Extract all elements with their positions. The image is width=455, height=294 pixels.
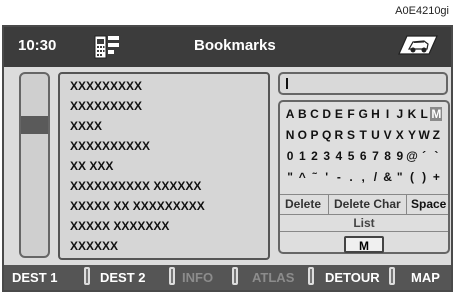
keyboard-key[interactable]: H (369, 107, 381, 121)
page-title: Bookmarks (194, 37, 276, 54)
keyboard-key[interactable]: + (430, 170, 442, 184)
atlas-button[interactable]: ATLAS (252, 270, 294, 285)
bottom-menu-bar: DEST 1 DEST 2 INFO ATLAS DETOUR MAP (4, 265, 451, 290)
keyboard-key[interactable]: 9 (394, 149, 406, 163)
keyboard-key[interactable]: - (333, 170, 345, 184)
keyboard-key[interactable]: 1 (296, 149, 308, 163)
keyboard-row: 0 1 2 3 4 5 6 7 8 9 @ ´ ` (284, 149, 442, 167)
m-button[interactable]: M (344, 236, 384, 253)
keyboard-key[interactable]: V (382, 128, 394, 142)
keyboard-key[interactable]: 8 (382, 149, 394, 163)
keyboard-key[interactable]: K (406, 107, 418, 121)
keyboard-key[interactable]: Z (430, 128, 442, 142)
detour-button[interactable]: DETOUR (325, 270, 380, 285)
keyboard-key[interactable]: M (430, 107, 443, 121)
keyboard-key[interactable]: I (382, 107, 394, 121)
main-area: XXXXXXXXX XXXXXXXXX XXXX XXXXXXXXXX XX X… (4, 67, 451, 267)
scrollbar[interactable] (19, 72, 50, 258)
text-cursor (286, 78, 288, 89)
list-item[interactable]: XXXX (70, 119, 102, 133)
dest1-button[interactable]: DEST 1 (12, 270, 58, 285)
divider (328, 195, 329, 214)
keyboard-key[interactable]: ) (418, 170, 430, 184)
keyboard-key[interactable]: 2 (308, 149, 320, 163)
bar-separator-icon (308, 267, 314, 285)
list-item[interactable]: XXXXXX (70, 239, 118, 253)
header-bar: 10:30 Bookmarks (4, 27, 451, 67)
keyboard-key[interactable]: 6 (357, 149, 369, 163)
keyboard-row: NOPQRSTUVXYWZ (284, 128, 442, 146)
keyboard-key[interactable]: & (382, 170, 394, 184)
on-screen-keyboard: ABCDEFGHIJKLM NOPQRSTUVXYWZ 0 1 2 3 4 5 6 7 8 9 @ ´… (278, 100, 450, 254)
keyboard-key[interactable]: ' (321, 170, 333, 184)
keyboard-key[interactable]: D (321, 107, 333, 121)
keyboard-key[interactable]: B (296, 107, 308, 121)
space-button[interactable]: Space (411, 197, 446, 211)
keyboard-key[interactable]: E (333, 107, 345, 121)
function-keys: Delete Delete Char Space (280, 194, 448, 215)
keyboard-key[interactable]: 4 (333, 149, 345, 163)
keyboard-key[interactable]: 0 (284, 149, 296, 163)
keyboard-key[interactable]: G (357, 107, 369, 121)
keyboard-row: " ^ ˜ ' -., / & "() + (284, 170, 442, 188)
keyboard-key[interactable]: R (333, 128, 345, 142)
keyboard-key[interactable]: . (345, 170, 357, 184)
keyboard-key[interactable]: Q (321, 128, 333, 142)
keyboard-key[interactable]: 5 (345, 149, 357, 163)
map-button[interactable]: MAP (411, 270, 440, 285)
keyboard-key[interactable]: , (357, 170, 369, 184)
keyboard-key[interactable]: 7 (369, 149, 381, 163)
keyboard-key[interactable]: ˜ (308, 170, 320, 184)
keyboard-key[interactable]: X (394, 128, 406, 142)
reference-code: A0E4210gi (395, 5, 449, 17)
keyboard-key[interactable]: J (394, 107, 406, 121)
list-item[interactable]: XXXXXXXXX (70, 79, 142, 93)
bar-separator-icon (389, 267, 395, 285)
keyboard-key[interactable]: W (418, 128, 430, 142)
delete-button[interactable]: Delete (285, 197, 321, 211)
keyboard-key[interactable]: @ (406, 149, 418, 163)
car-icon (397, 32, 439, 67)
keyboard-key[interactable]: A (284, 107, 296, 121)
list-button[interactable]: List (280, 214, 448, 232)
keyboard-key[interactable]: ^ (296, 170, 308, 184)
keyboard-key[interactable]: ´ (418, 149, 430, 163)
list-item[interactable]: XXXXXXXXX (70, 99, 142, 113)
clock: 10:30 (18, 37, 57, 54)
list-item[interactable]: XXXXXXXXXX (70, 139, 150, 153)
list-item[interactable]: XXXXX XX XXXXXXXXX (70, 199, 205, 213)
bar-separator-icon (169, 267, 175, 285)
keyboard-key[interactable]: ` (430, 149, 442, 163)
keyboard-key[interactable]: P (308, 128, 320, 142)
bookmark-list: XXXXXXXXX XXXXXXXXX XXXX XXXXXXXXXX XX X… (58, 72, 270, 260)
scrollbar-thumb[interactable] (21, 116, 48, 134)
list-item[interactable]: XXXXXXXXXX XXXXXX (70, 179, 201, 193)
delete-char-button[interactable]: Delete Char (334, 197, 401, 211)
phone-icon (92, 32, 122, 67)
keyboard-key[interactable]: " (284, 170, 296, 184)
keyboard-key[interactable]: F (345, 107, 357, 121)
bar-separator-icon (232, 267, 238, 285)
dest2-button[interactable]: DEST 2 (100, 270, 146, 285)
keyboard-key[interactable]: C (308, 107, 320, 121)
keyboard-key[interactable]: N (284, 128, 296, 142)
keyboard-key[interactable]: Y (406, 128, 418, 142)
divider (406, 195, 407, 214)
keyboard-key[interactable]: ( (406, 170, 418, 184)
keyboard-key[interactable]: " (394, 170, 406, 184)
keyboard-key[interactable]: O (296, 128, 308, 142)
keyboard-row: ABCDEFGHIJKLM (284, 107, 443, 125)
keyboard-key[interactable]: S (345, 128, 357, 142)
search-input[interactable] (278, 72, 448, 95)
bar-separator-icon (84, 267, 90, 285)
keyboard-key[interactable]: L (418, 107, 430, 121)
info-button[interactable]: INFO (182, 270, 213, 285)
list-item[interactable]: XXXXX XXXXXXX (70, 219, 169, 233)
keyboard-key[interactable]: T (357, 128, 369, 142)
keyboard-key[interactable]: / (369, 170, 381, 184)
keyboard-key[interactable]: 3 (321, 149, 333, 163)
list-item[interactable]: XX XXX (70, 159, 113, 173)
navigation-screen: 10:30 Bookmarks XXXXXXXXX XXXXXXXXX XXXX… (2, 25, 453, 292)
keyboard-key[interactable]: U (369, 128, 381, 142)
